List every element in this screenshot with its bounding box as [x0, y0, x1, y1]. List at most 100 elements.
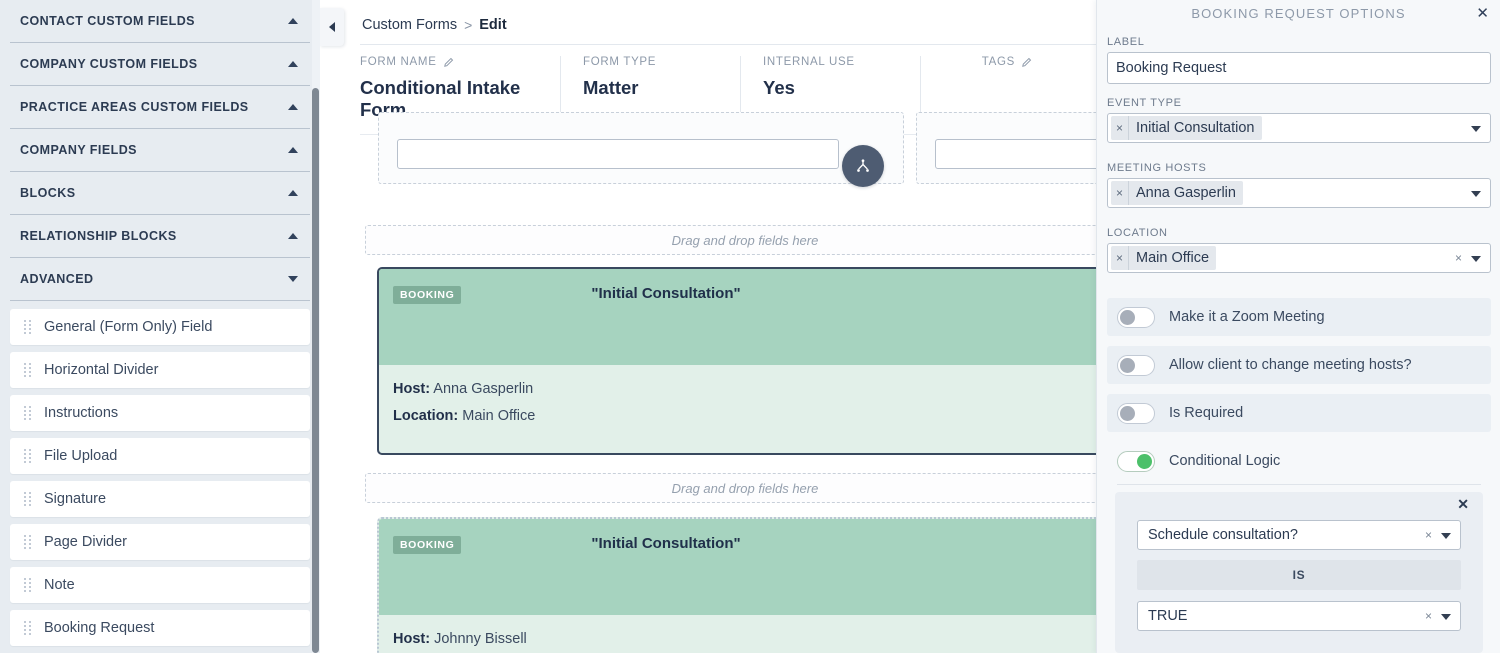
form-row-right[interactable]	[916, 112, 1096, 184]
booking-request-options-panel: BOOKING REQUEST OPTIONS ✕ LABEL Booking …	[1096, 0, 1500, 653]
pencil-icon[interactable]	[443, 57, 454, 68]
chevron-up-icon[interactable]	[288, 147, 298, 153]
form-text-input-right[interactable]	[935, 139, 1096, 169]
advanced-field-list: General (Form Only) Field Horizontal Div…	[0, 301, 320, 646]
toggle-row-conditional-logic[interactable]: Conditional Logic	[1107, 442, 1491, 480]
clear-selection-icon[interactable]: ×	[1455, 251, 1462, 265]
palette-item-instructions[interactable]: Instructions	[10, 395, 310, 431]
chevron-up-icon[interactable]	[288, 18, 298, 24]
palette-item-file-upload[interactable]: File Upload	[10, 438, 310, 474]
palette-item-label: Signature	[44, 491, 107, 507]
palette-item-horizontal-divider[interactable]: Horizontal Divider	[10, 352, 310, 388]
sidebar-scrollbar-thumb[interactable]	[312, 88, 319, 653]
sidebar-scrollbar-track[interactable]	[312, 0, 320, 653]
palette-item-label: Note	[44, 577, 75, 593]
accordion-practice-areas-custom-fields[interactable]: PRACTICE AREAS CUSTOM FIELDS	[10, 86, 310, 129]
field-label: LOCATION	[1107, 227, 1168, 239]
palette-item-label: Instructions	[44, 405, 119, 421]
chevron-up-icon[interactable]	[288, 61, 298, 67]
chevron-down-icon[interactable]	[1471, 191, 1481, 197]
chip-remove-icon[interactable]: ×	[1111, 246, 1129, 270]
accordion-label: CONTACT CUSTOM FIELDS	[20, 14, 195, 28]
drag-handle-icon[interactable]	[24, 534, 32, 550]
form-text-input-left[interactable]	[397, 139, 839, 169]
booking-block-1[interactable]: BOOKING "Initial Consultation" Host: Ann…	[377, 267, 1096, 455]
drag-handle-icon[interactable]	[24, 405, 32, 421]
accordion-label: BLOCKS	[20, 186, 76, 200]
booking-block-2[interactable]: BOOKING "Initial Consultation" Host: Joh…	[377, 517, 1096, 653]
toggle-label: Make it a Zoom Meeting	[1169, 309, 1325, 325]
rule-value-select[interactable]: TRUE ×	[1137, 601, 1461, 631]
dropzone-2[interactable]: Drag and drop fields here	[365, 473, 1096, 503]
breadcrumb-separator-icon: >	[464, 17, 473, 33]
rule-value: TRUE	[1148, 608, 1188, 624]
booking-block-body: Host: Johnny Bissell	[379, 615, 1096, 647]
palette-item-label: Booking Request	[44, 620, 155, 636]
remove-rule-icon[interactable]: ✕	[1457, 496, 1469, 513]
pencil-icon[interactable]	[1021, 57, 1032, 68]
accordion-contact-custom-fields[interactable]: CONTACT CUSTOM FIELDS	[10, 0, 310, 43]
location-chip: × Main Office	[1111, 246, 1217, 270]
palette-item-label: Page Divider	[44, 534, 128, 550]
drag-handle-icon[interactable]	[24, 620, 32, 636]
accordion-advanced[interactable]: ADVANCED	[10, 258, 310, 301]
drag-handle-icon[interactable]	[24, 319, 32, 335]
palette-item-label: Horizontal Divider	[44, 362, 159, 378]
form-row-left[interactable]	[378, 112, 904, 184]
accordion-label: PRACTICE AREAS CUSTOM FIELDS	[20, 100, 249, 114]
booking-location-label: Location:	[393, 408, 459, 424]
drag-handle-icon[interactable]	[24, 362, 32, 378]
palette-item-page-divider[interactable]: Page Divider	[10, 524, 310, 560]
chevron-up-icon[interactable]	[288, 233, 298, 239]
toggle-switch-zoom-meeting[interactable]	[1117, 306, 1155, 328]
toggle-switch-is-required[interactable]	[1117, 402, 1155, 424]
toggle-row-zoom-meeting[interactable]: Make it a Zoom Meeting	[1107, 298, 1491, 336]
chevron-up-icon[interactable]	[288, 190, 298, 196]
conditional-logic-button[interactable]	[842, 145, 884, 187]
dropzone-1[interactable]: Drag and drop fields here	[365, 225, 1096, 255]
meta-value: Matter	[583, 77, 639, 98]
toggle-switch-conditional-logic[interactable]	[1117, 450, 1155, 472]
accordion-company-custom-fields[interactable]: COMPANY CUSTOM FIELDS	[10, 43, 310, 86]
palette-item-general-form-only-field[interactable]: General (Form Only) Field	[10, 309, 310, 345]
field-label: EVENT TYPE	[1107, 97, 1182, 109]
booking-block-title: "Initial Consultation"	[591, 535, 741, 552]
palette-item-label: General (Form Only) Field	[44, 319, 213, 335]
accordion-blocks[interactable]: BLOCKS	[10, 172, 310, 215]
drag-handle-icon[interactable]	[24, 577, 32, 593]
meta-value: Yes	[763, 77, 795, 98]
field-label: LABEL	[1107, 36, 1145, 48]
chevron-down-icon[interactable]	[1471, 256, 1481, 262]
toggle-switch-allow-change-hosts[interactable]	[1117, 354, 1155, 376]
chip-remove-icon[interactable]: ×	[1111, 181, 1129, 205]
event-type-select[interactable]: × Initial Consultation	[1107, 113, 1491, 143]
chevron-down-icon[interactable]	[1471, 126, 1481, 132]
meta-key: FORM NAME	[360, 56, 542, 68]
accordion-relationship-blocks[interactable]: RELATIONSHIP BLOCKS	[10, 215, 310, 258]
accordion-company-fields[interactable]: COMPANY FIELDS	[10, 129, 310, 172]
toggle-row-allow-change-hosts[interactable]: Allow client to change meeting hosts?	[1107, 346, 1491, 384]
meeting-hosts-select[interactable]: × Anna Gasperlin	[1107, 178, 1491, 208]
palette-item-booking-request[interactable]: Booking Request	[10, 610, 310, 646]
chevron-down-icon[interactable]	[1441, 614, 1451, 620]
rule-operator: IS	[1137, 560, 1461, 590]
chevron-down-icon[interactable]	[1441, 533, 1451, 539]
label-input[interactable]: Booking Request	[1107, 52, 1491, 84]
clear-selection-icon[interactable]: ×	[1425, 609, 1432, 623]
chip-remove-icon[interactable]: ×	[1111, 116, 1129, 140]
drag-handle-icon[interactable]	[24, 448, 32, 464]
toggle-label: Conditional Logic	[1169, 453, 1281, 469]
close-icon[interactable]: ✕	[1476, 6, 1489, 21]
toggle-row-is-required[interactable]: Is Required	[1107, 394, 1491, 432]
location-select[interactable]: × Main Office ×	[1107, 243, 1491, 273]
rule-field-select[interactable]: Schedule consultation? ×	[1137, 520, 1461, 550]
palette-item-signature[interactable]: Signature	[10, 481, 310, 517]
clear-selection-icon[interactable]: ×	[1425, 528, 1432, 542]
sidebar-collapse-toggle[interactable]	[320, 8, 344, 46]
dropzone-label: Drag and drop fields here	[671, 480, 819, 496]
breadcrumb-link-custom-forms[interactable]: Custom Forms	[362, 17, 457, 33]
drag-handle-icon[interactable]	[24, 491, 32, 507]
chevron-up-icon[interactable]	[288, 104, 298, 110]
palette-item-note[interactable]: Note	[10, 567, 310, 603]
chevron-down-icon[interactable]	[288, 276, 298, 282]
